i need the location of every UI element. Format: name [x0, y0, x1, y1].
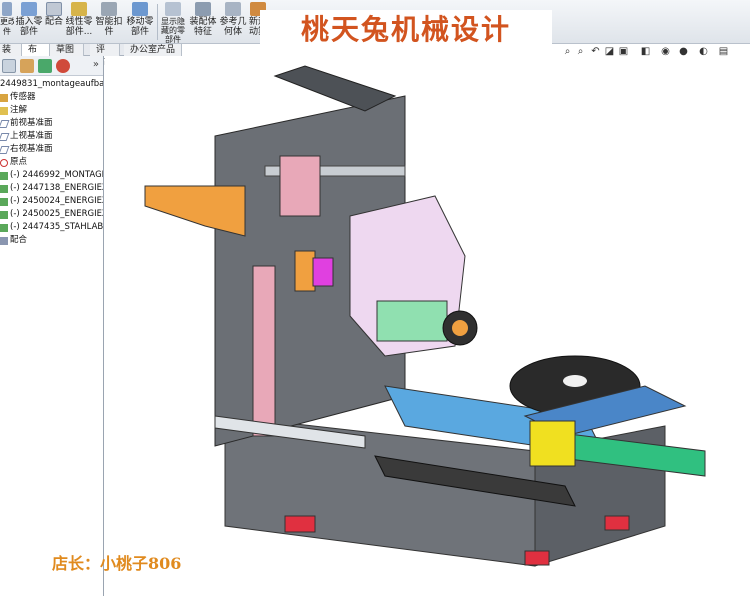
subassembly-icon: [0, 198, 8, 206]
show-hidden-components-button[interactable]: 显示隐 藏的零 部件: [158, 2, 188, 44]
spindle-motor: [376, 300, 448, 342]
property-manager-icon[interactable]: [20, 59, 34, 73]
linear-pattern-button[interactable]: 线性零 部件...: [64, 2, 94, 42]
assembly-feature-icon: [195, 2, 211, 16]
rotary-table-center: [563, 375, 587, 387]
reference-geometry-icon: [225, 2, 241, 16]
configuration-manager-icon[interactable]: [38, 59, 52, 73]
assembly-features-button[interactable]: 装配体 特征: [188, 2, 218, 42]
mate-button[interactable]: 配合: [44, 2, 64, 42]
command-manager-tabs: 装配体 布局 草图 评估 办公室产品: [0, 44, 182, 67]
display-manager-icon[interactable]: [56, 59, 70, 73]
feature-manager-icon[interactable]: [2, 59, 16, 73]
linear-pattern-icon: [71, 2, 87, 16]
tab-evaluate[interactable]: 评估: [90, 44, 120, 67]
reference-geometry-button[interactable]: 参考几 何体: [218, 2, 248, 42]
pink-part: [279, 155, 321, 217]
machine-assembly-model: [144, 65, 706, 567]
component-icon: [2, 2, 12, 16]
annotation-icon: [0, 107, 8, 115]
orange-part: [294, 250, 316, 292]
tree-item[interactable]: (-) 2447138_ENERGIEZUF: [0, 182, 103, 195]
yellow-motor: [529, 420, 576, 467]
smart-fastener-button[interactable]: 智能扣 件: [94, 2, 124, 42]
tree-item[interactable]: (-) 2450024_ENERGIEZUF: [0, 195, 103, 208]
tree-item[interactable]: (-) 2450025_ENERGIEZUF: [0, 208, 103, 221]
subassembly-icon: [0, 224, 8, 232]
smart-fastener-icon: [101, 2, 117, 16]
show-hidden-icon: [165, 2, 181, 16]
red-foot: [524, 550, 550, 566]
pink-part: [252, 265, 276, 437]
tree-item[interactable]: (-) 2447435_STAHLABDE: [0, 221, 103, 234]
insert-component-button[interactable]: 插入零 部件: [14, 2, 44, 42]
tree-item[interactable]: 配合: [0, 234, 103, 247]
edit-component-button[interactable]: 更改零 件: [0, 2, 14, 42]
move-component-icon: [132, 2, 148, 16]
tree-item[interactable]: 原点: [0, 156, 103, 169]
subassembly-icon: [0, 185, 8, 193]
plane-icon: [0, 146, 10, 154]
subassembly-icon: [0, 211, 8, 219]
mates-folder-icon: [0, 237, 8, 245]
tree-item[interactable]: (-) 2446992_MONTAGEA: [0, 169, 103, 182]
magenta-part: [312, 257, 334, 287]
tab-office-products[interactable]: 办公室产品: [124, 44, 182, 56]
feature-tree: 2449831_montageaufbau_ii_ 传感器 注解 前视基准面 上…: [0, 76, 103, 247]
plane-icon: [0, 120, 10, 128]
orange-part: [144, 185, 246, 237]
tree-item[interactable]: 传感器: [0, 91, 103, 104]
shop-owner-label: 店长：小桃子806: [52, 554, 182, 573]
feature-manager-panel: » 2449831_montageaufbau_ii_ 传感器 注解 前视基准面…: [0, 56, 104, 596]
tab-sketch[interactable]: 草图: [50, 44, 84, 56]
mate-icon: [46, 2, 62, 16]
spindle-nose: [452, 320, 468, 336]
red-foot: [604, 515, 630, 531]
plane-icon: [0, 133, 10, 141]
tab-layout[interactable]: 布局: [22, 44, 50, 67]
graphics-area[interactable]: [105, 56, 750, 596]
origin-icon: [0, 159, 8, 167]
tab-assembly[interactable]: 装配体: [0, 44, 22, 56]
insert-component-icon: [21, 2, 37, 16]
tree-item[interactable]: 前视基准面: [0, 117, 103, 130]
cable-chain-top: [273, 65, 397, 112]
panel-toolbar: »: [0, 56, 103, 76]
subassembly-icon: [0, 172, 8, 180]
tree-item[interactable]: 上视基准面: [0, 130, 103, 143]
watermark-banner: 桃天兔机械设计: [260, 10, 552, 50]
sensor-icon: [0, 94, 8, 102]
move-component-button[interactable]: 移动零 部件: [124, 2, 156, 42]
tree-root[interactable]: 2449831_montageaufbau_ii_: [0, 78, 103, 91]
tree-item[interactable]: 右视基准面: [0, 143, 103, 156]
red-foot: [284, 515, 316, 533]
tree-item[interactable]: 注解: [0, 104, 103, 117]
chevron-right-icon[interactable]: »: [93, 59, 99, 70]
